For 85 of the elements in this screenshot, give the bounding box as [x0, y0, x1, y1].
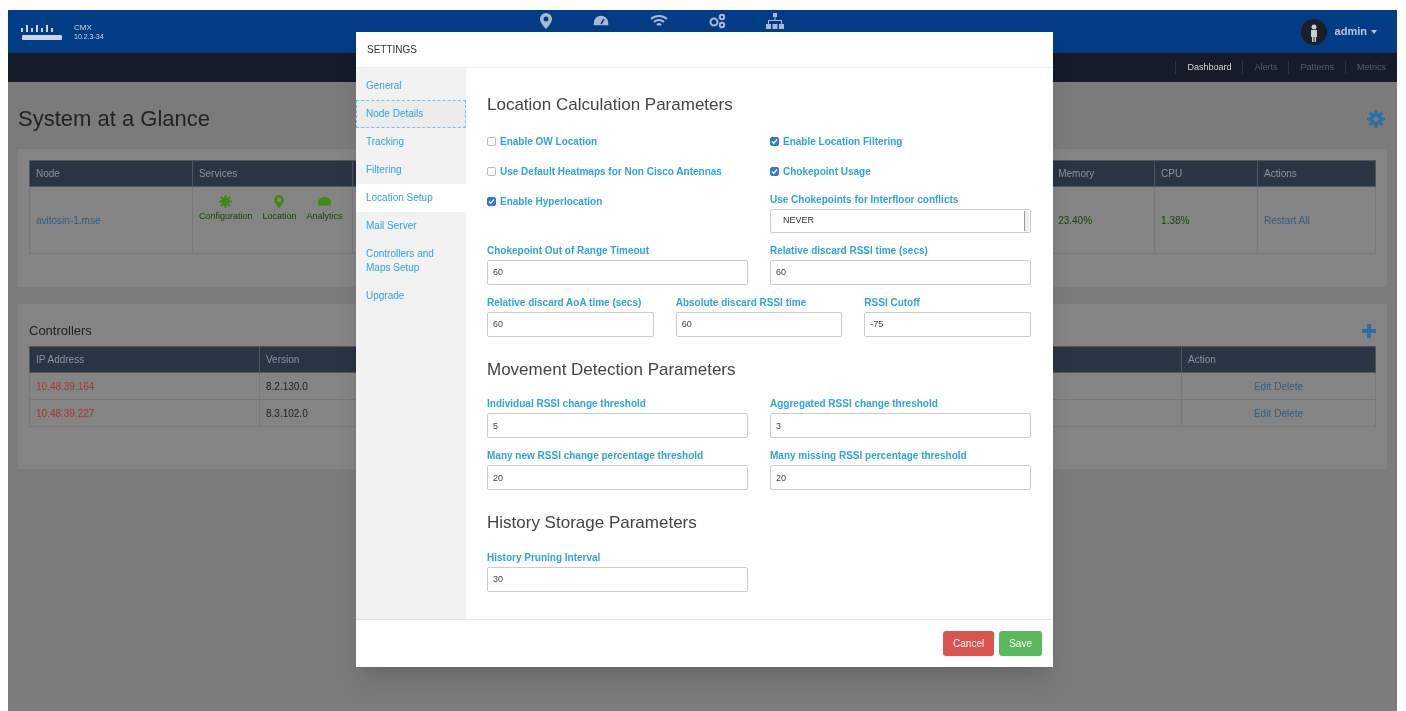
user-menu[interactable]: admin [1334, 23, 1377, 40]
column-header: CPU [1154, 160, 1258, 187]
input-field[interactable]: 60 [487, 311, 654, 337]
settings-nav-item[interactable]: General [356, 72, 466, 100]
table-cell: 1.38% [1161, 214, 1190, 226]
gauge-icon[interactable] [592, 13, 610, 29]
field-label: Many missing RSSI percentage threshold [770, 449, 968, 463]
input-field[interactable]: 60 [675, 311, 843, 337]
action-link[interactable]: Edit [1253, 405, 1272, 421]
settings-nav-item[interactable]: Location Setup [356, 184, 466, 212]
checkbox-label: Enable Location Filtering [783, 135, 903, 149]
nav-tab[interactable]: Dashboard [1175, 60, 1243, 75]
gear-icon [219, 195, 233, 208]
service-label: Analytics [306, 210, 343, 223]
table-cell: 10.48.39.164 [36, 380, 95, 392]
input-field[interactable]: 20 [770, 465, 1031, 490]
checkbox[interactable] [487, 197, 496, 206]
card-title: Controllers [29, 322, 92, 341]
hierarchy-icon[interactable] [766, 13, 784, 29]
section-title: History Storage Parameters [487, 512, 698, 534]
field-label: History Pruning Interval [487, 550, 602, 565]
column-header: Actions [1257, 160, 1376, 187]
settings-nav-item[interactable]: Controllers and Maps Setup [356, 240, 466, 282]
input-field[interactable]: 5 [487, 413, 748, 438]
input-field[interactable]: 3 [770, 413, 1031, 438]
column-header: Memory [1051, 160, 1155, 187]
service-label: Location [262, 210, 297, 223]
table-cell: 8.2.130.0 [266, 380, 308, 392]
user-avatar-icon[interactable] [1300, 18, 1327, 45]
location-pin-icon[interactable] [540, 13, 552, 29]
gauge-icon [316, 195, 332, 208]
gears-icon[interactable] [708, 13, 726, 29]
input-field[interactable]: 20 [487, 465, 748, 490]
product-name: CMX [74, 22, 93, 32]
wifi-icon[interactable] [650, 13, 668, 29]
checkbox[interactable] [770, 167, 779, 176]
table-cell: 8.3.102.0 [266, 407, 308, 419]
column-header: Node [29, 160, 193, 187]
location-pin-icon [274, 195, 285, 208]
nav-tab[interactable]: Alerts [1242, 60, 1289, 75]
dialog-title: SETTINGS [367, 43, 417, 57]
field-label: Use Chokepoints for Interfloor conflicts [770, 192, 960, 207]
field-label: RSSI Cutoff [864, 295, 921, 310]
checkbox-label: Enable Hyperlocation [500, 195, 603, 209]
table-cell: 10.48.39.227 [36, 407, 95, 419]
service-label: Configuration [198, 210, 253, 223]
checkbox[interactable] [487, 137, 496, 146]
column-header: Action [1181, 346, 1376, 373]
field-label: Individual RSSI change threshold [487, 397, 647, 411]
field-label: Many new RSSI change percentage threshold [487, 449, 705, 463]
input-field[interactable]: 30 [487, 566, 748, 592]
field-label: Relative discard RSSI time (secs) [770, 243, 929, 258]
input-field[interactable]: -75 [864, 311, 1031, 337]
table-cell: 23.40% [1058, 214, 1093, 226]
settings-nav-item[interactable]: Mail Server [356, 212, 466, 240]
settings-nav-item[interactable]: Filtering [356, 156, 466, 184]
field-label: Chokepoint Out of Range Timeout [487, 243, 651, 258]
field-label: Relative discard AoA time (secs) [487, 295, 643, 310]
action-link[interactable]: Edit [1253, 378, 1272, 394]
node-link[interactable]: avitosin-1.mse [36, 214, 101, 226]
input-field[interactable]: 60 [487, 259, 748, 285]
action-link[interactable]: Delete [1274, 378, 1304, 394]
settings-nav-item[interactable]: Node Details [356, 100, 466, 128]
checkbox[interactable] [770, 137, 779, 146]
settings-nav-item[interactable]: Tracking [356, 128, 466, 156]
field-label: Absolute discard RSSI time [675, 295, 808, 310]
action-link[interactable]: Delete [1274, 405, 1304, 421]
checkbox-label: Enable OW Location [500, 135, 598, 149]
section-title: Location Calculation Parameters [487, 94, 734, 116]
restart-link[interactable]: Restart All [1264, 214, 1310, 226]
column-header: IP Address [29, 346, 260, 373]
save-button[interactable]: Save [999, 631, 1042, 656]
nav-tab[interactable]: Patterns [1288, 60, 1345, 75]
checkbox[interactable] [487, 167, 496, 176]
settings-nav-item[interactable]: Upgrade [356, 282, 466, 310]
input-field[interactable]: 60 [770, 259, 1031, 285]
caret-icon [1371, 29, 1377, 34]
page-title: System at a Glance [18, 105, 210, 133]
field-label: Aggregated RSSI change threshold [770, 397, 939, 411]
checkbox-label: Use Default Heatmaps for Non Cisco Antennas [500, 165, 722, 179]
column-header: Services [192, 160, 353, 187]
cancel-button[interactable]: Cancel [943, 631, 995, 656]
nav-tab[interactable]: Metrics [1345, 60, 1397, 75]
checkbox-label: Chokepoint Usage [783, 165, 871, 179]
dropdown[interactable]: NEVER [770, 208, 1031, 233]
